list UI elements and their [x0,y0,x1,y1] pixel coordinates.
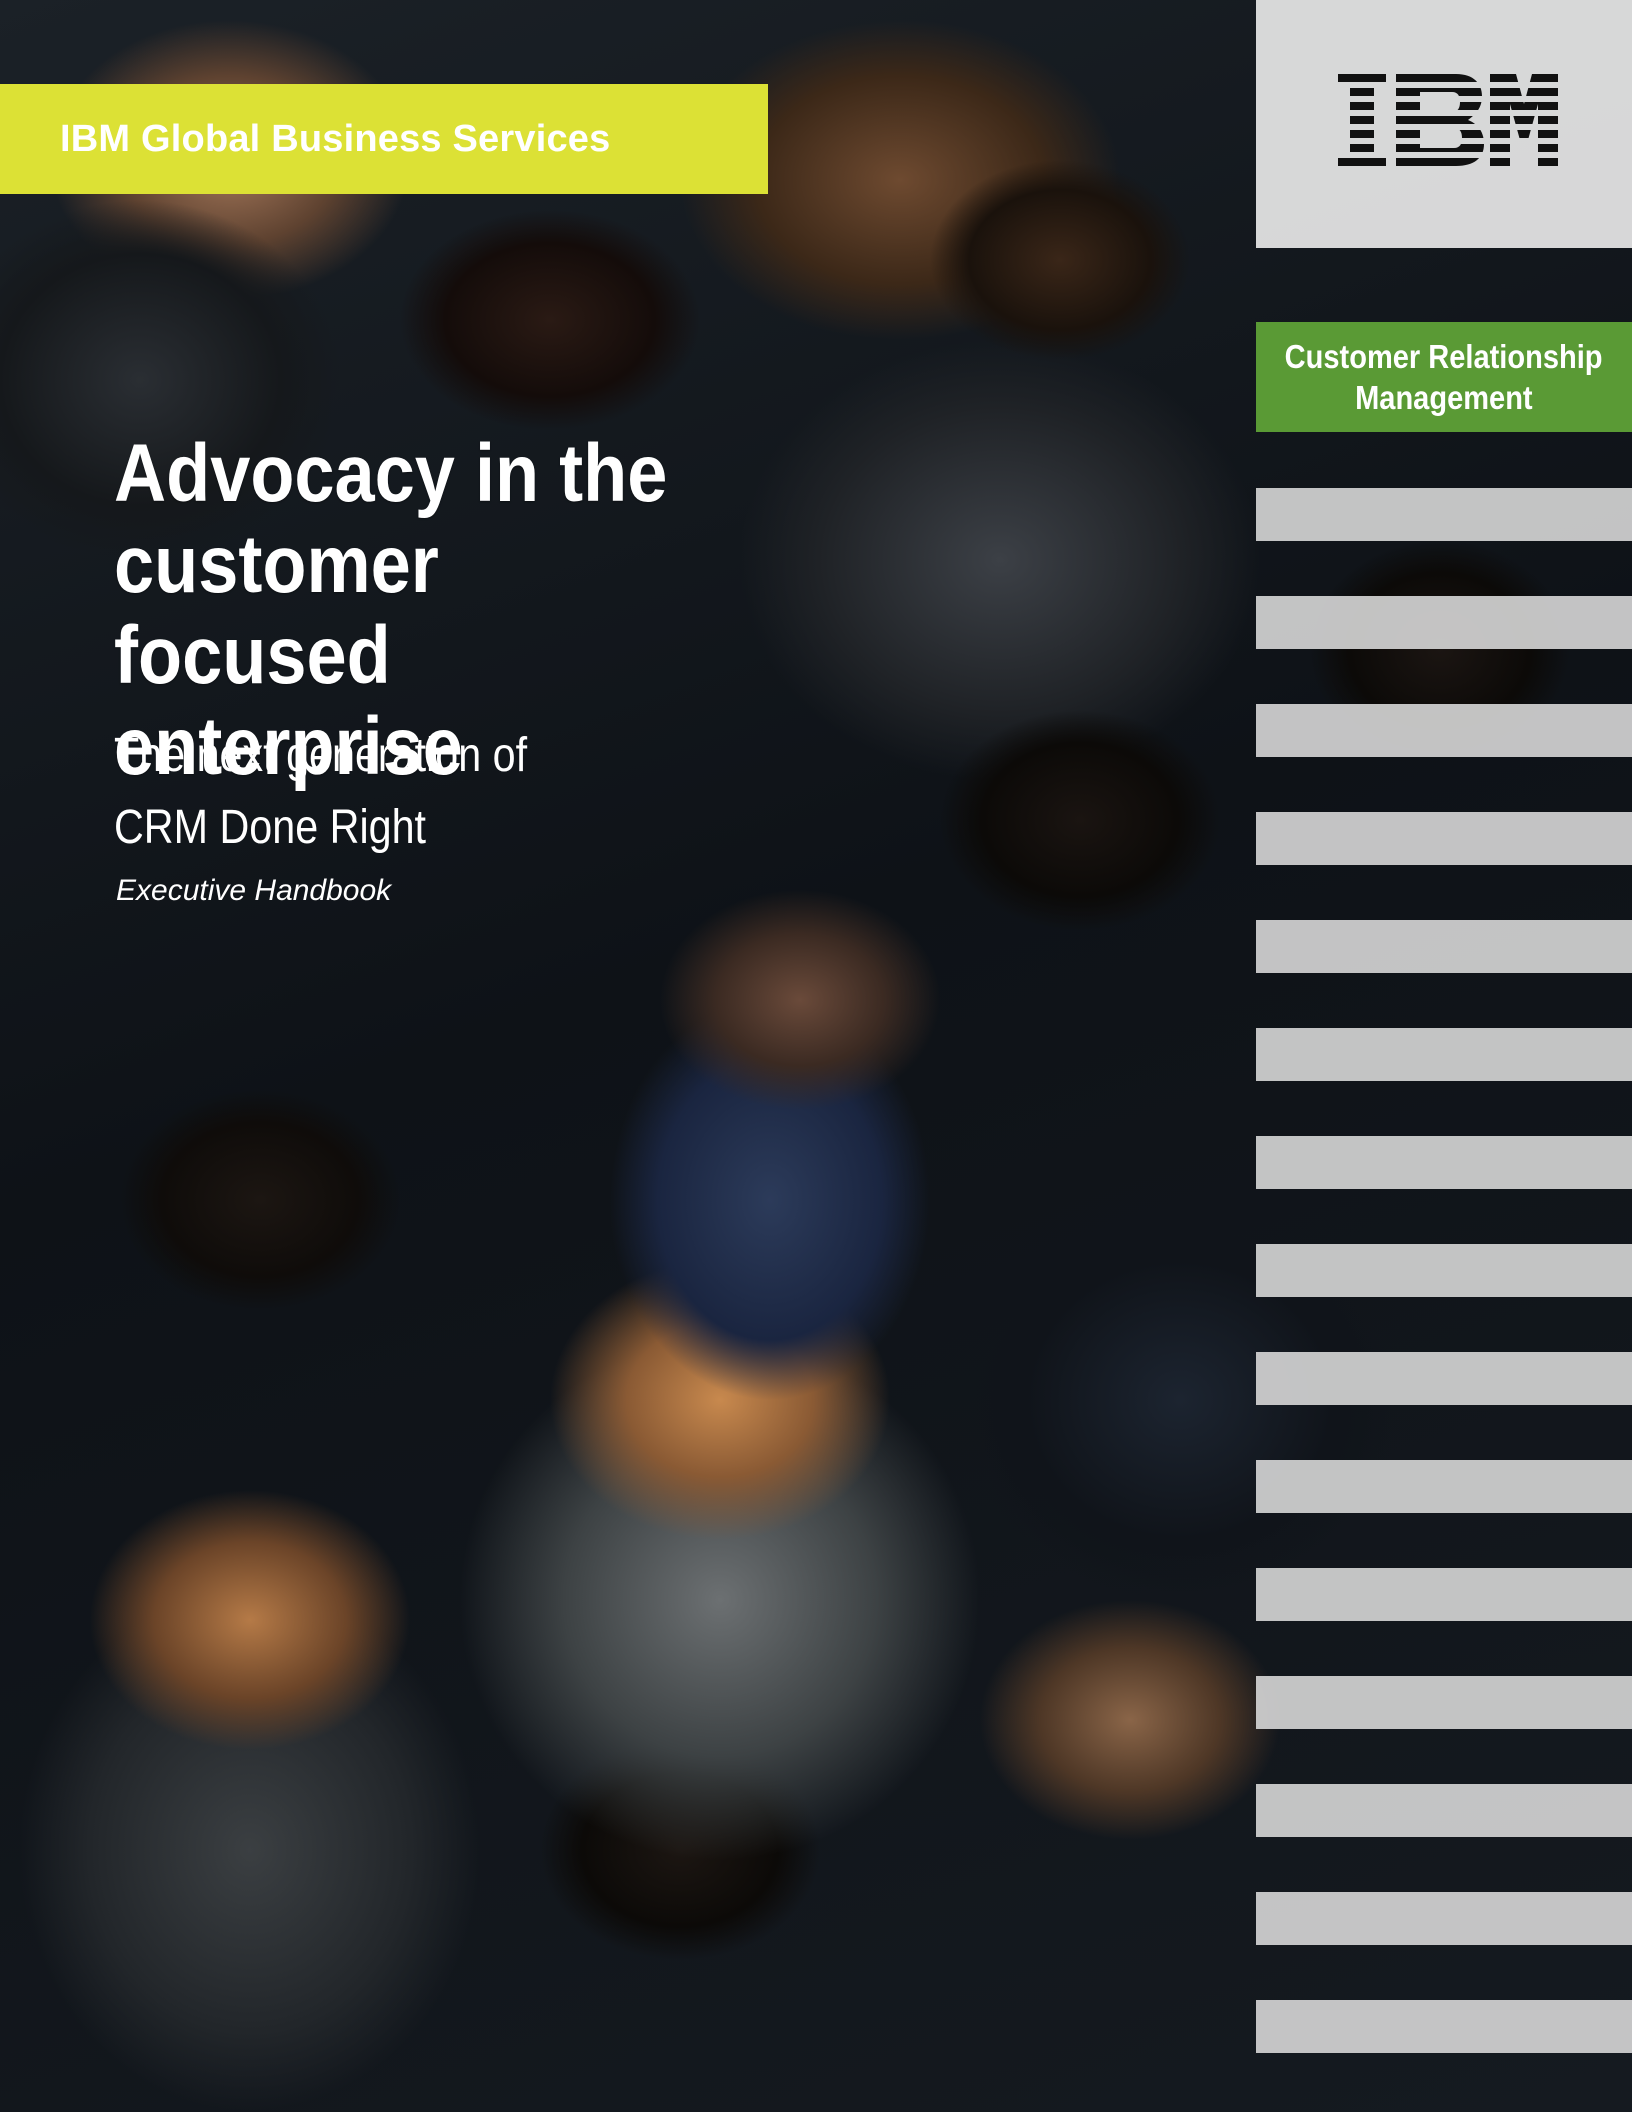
stripe [1256,1136,1632,1189]
stripe [1256,1892,1632,1945]
stripe [1256,1460,1632,1513]
stripe [1256,488,1632,541]
service-band: IBM Global Business Services [0,84,768,194]
service-label: IBM Global Business Services [60,117,611,160]
category-tag-line2: Management [1355,379,1533,416]
striped-sidebar [1256,0,1632,2112]
category-tag-line1: Customer Relationship [1285,338,1603,375]
stripe [1256,2000,1632,2053]
stripe [1256,812,1632,865]
stripe [1256,1028,1632,1081]
stripe [1256,596,1632,649]
cover-page: IBM Global Business Services Customer Re… [0,0,1632,2112]
stripe [1256,1676,1632,1729]
subtitle-line: The next generation of [114,729,528,782]
category-tag: Customer Relationship Management [1256,322,1632,432]
title-line: Advocacy in the [114,428,668,519]
ibm-logo [1338,74,1558,166]
title-line: customer focused [114,519,439,701]
stripe [1256,704,1632,757]
stripe [1256,920,1632,973]
stripe [1256,1784,1632,1837]
document-type-label: Executive Handbook [116,874,392,907]
subtitle-line: CRM Done Right [114,801,427,854]
stripe [1256,1568,1632,1621]
stripe [1256,1352,1632,1405]
stripe [1256,1244,1632,1297]
